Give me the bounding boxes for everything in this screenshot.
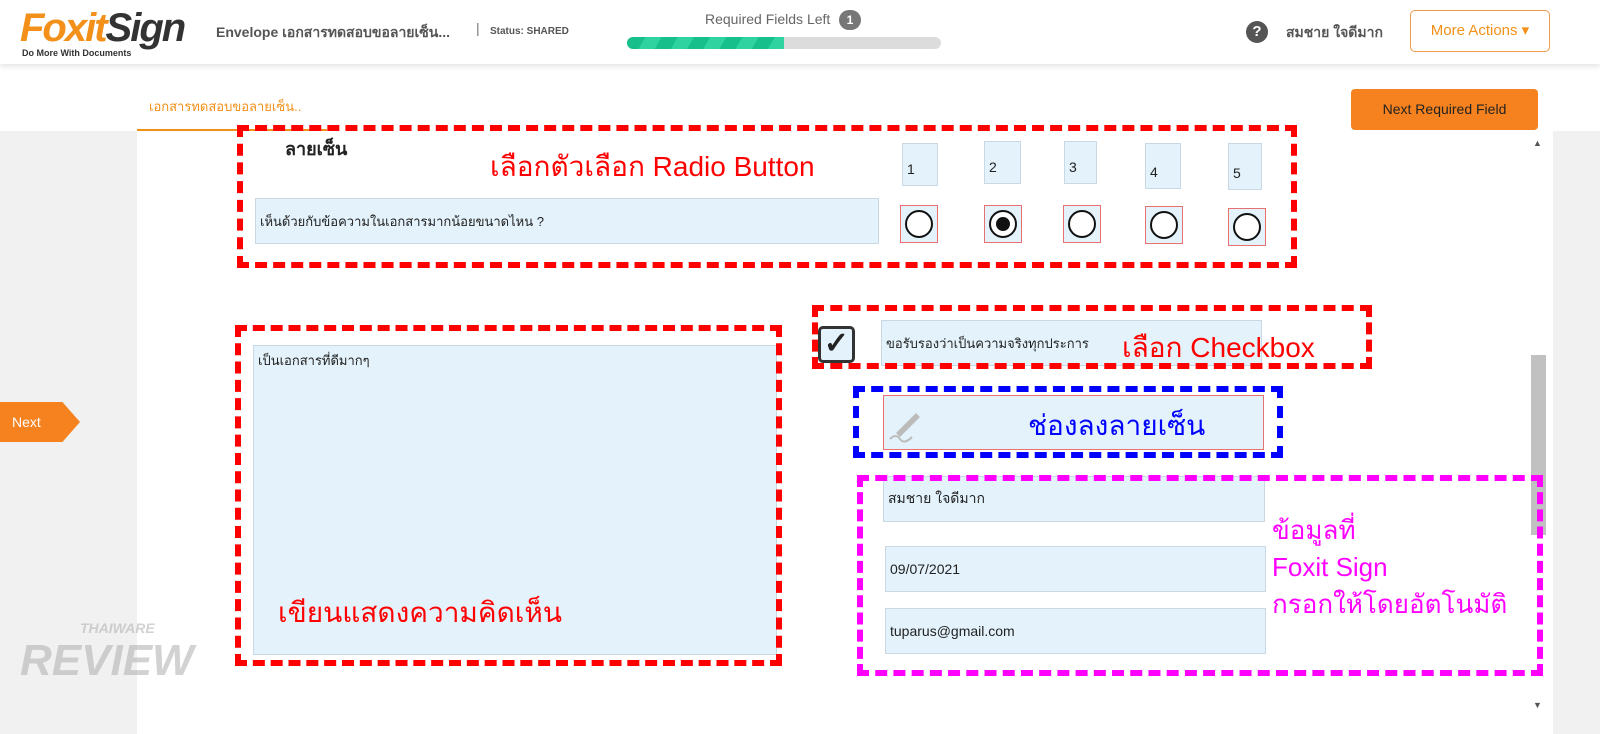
progress-fill [627, 37, 784, 49]
next-required-field-button[interactable]: Next Required Field [1351, 89, 1538, 130]
autofill-line-3: กรอกให้โดยอัตโนมัติ [1272, 589, 1508, 619]
radio-annotation-text: เลือกตัวเลือก Radio Button [490, 151, 815, 182]
autofill-annotation-text: ข้อมูลที่ Foxit Sign กรอกให้โดยอัตโนมัติ [1272, 512, 1507, 623]
signature-annotation-text: ช่องลงลายเซ็น [1028, 410, 1206, 441]
autofill-line-2: Foxit Sign [1272, 552, 1388, 582]
required-count-badge: 1 [839, 10, 861, 30]
top-header: FoxitSign Do More With Documents Envelop… [0, 0, 1600, 64]
status-badge: Status: SHARED [490, 26, 569, 37]
autofill-line-1: ข้อมูลที่ [1272, 515, 1356, 545]
envelope-title: Envelope เอกสารทดสอบขอลายเซ็น... [216, 24, 451, 40]
next-button[interactable]: Next [0, 402, 80, 442]
more-actions-button[interactable]: More Actions ▾ [1410, 10, 1550, 52]
required-fields-label: Required Fields Left [705, 11, 831, 27]
separator: | [476, 20, 480, 36]
foxit-sign-logo: FoxitSign Do More With Documents [20, 6, 186, 58]
user-name[interactable]: สมชาย ใจดีมาก [1286, 22, 1383, 44]
help-icon[interactable]: ? [1246, 21, 1268, 43]
comment-annotation-text: เขียนแสดงความคิดเห็น [278, 597, 562, 628]
watermark: THAIWARE REVIEW [20, 620, 194, 685]
checkbox-annotation-text: เลือก Checkbox [1122, 332, 1315, 363]
progress-bar [627, 37, 941, 49]
scroll-up-icon[interactable]: ▲ [1533, 138, 1542, 148]
scroll-down-icon[interactable]: ▼ [1533, 700, 1542, 710]
